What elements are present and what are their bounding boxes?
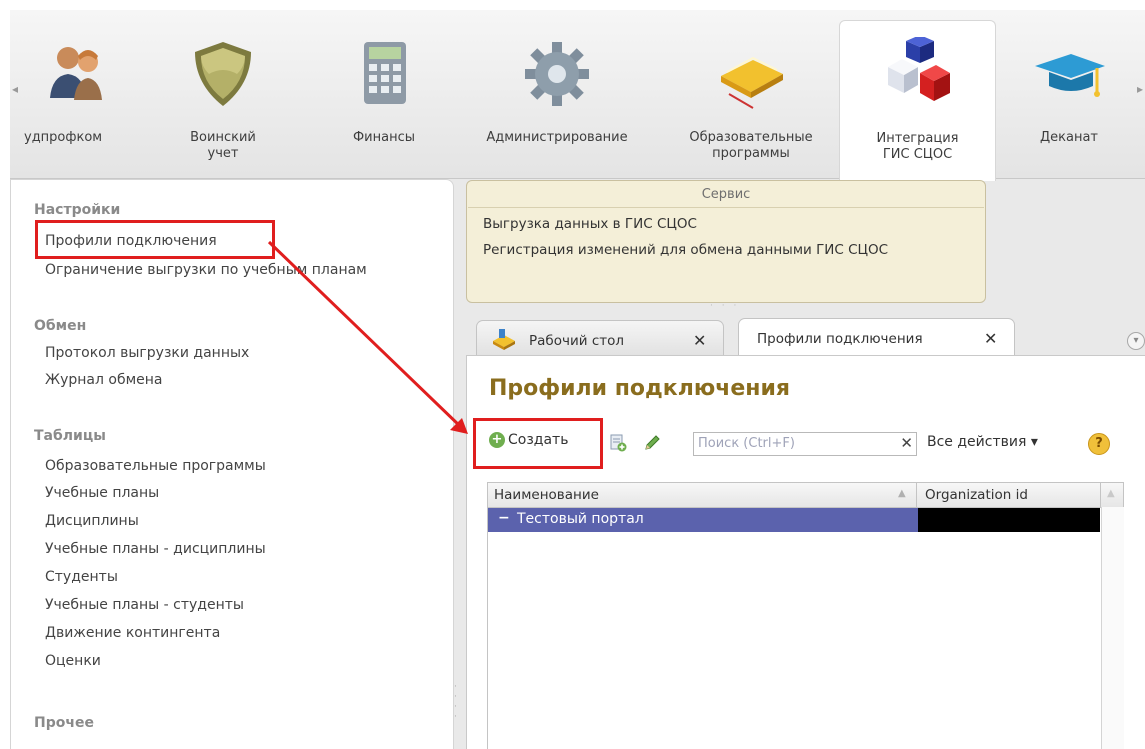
- highlight-create-button: [473, 418, 603, 469]
- search-input[interactable]: [694, 433, 892, 453]
- tab-desktop[interactable]: Рабочий стол ✕: [476, 320, 724, 357]
- scroll-right-icon[interactable]: ▸: [1135, 74, 1145, 104]
- navigation-panel: Настройки Профили подключения Ограничени…: [10, 179, 454, 749]
- section-label: Воинский учет: [190, 130, 256, 161]
- column-header-name[interactable]: Наименование: [494, 487, 599, 503]
- graduation-cap-icon: [1035, 54, 1105, 97]
- service-divider: [468, 207, 984, 208]
- pencil-icon[interactable]: [643, 434, 661, 452]
- section-label: Деканат: [1039, 130, 1098, 145]
- section-label: Образовательные программы: [689, 130, 813, 161]
- column-divider: [1100, 483, 1101, 507]
- service-title: Сервис: [701, 187, 751, 202]
- nav-link-curricula-disciplines[interactable]: Учебные планы - дисциплины: [45, 541, 266, 557]
- nav-link-grades[interactable]: Оценки: [45, 653, 101, 669]
- page-title: Профили подключения: [489, 376, 790, 401]
- column-divider: [916, 483, 917, 507]
- search-field: ✕: [693, 432, 917, 456]
- section-dean[interactable]: Деканат: [1004, 10, 1134, 178]
- group-tables-title: Таблицы: [34, 428, 106, 444]
- scroll-up-icon[interactable]: ▲: [1107, 488, 1115, 499]
- gear-icon: [525, 42, 589, 106]
- application-window: ◂ удпрофком Воинский учет Финансы Админи…: [10, 10, 1145, 749]
- open-windows-tabs: Рабочий стол ✕ Профили подключения ✕: [466, 316, 1145, 359]
- section-military[interactable]: Воинский учет: [168, 10, 278, 178]
- group-exchange-title: Обмен: [34, 318, 87, 334]
- section-finance[interactable]: Финансы: [334, 10, 434, 178]
- tab-label: Рабочий стол: [529, 333, 624, 349]
- redacted-organization-id: [918, 508, 1100, 532]
- nav-link-export-restriction[interactable]: Ограничение выгрузки по учебным планам: [45, 262, 367, 278]
- people-icon: [50, 47, 102, 100]
- table-header: Наименование ▲ Organization id ▲: [488, 483, 1123, 508]
- profiles-table: Наименование ▲ Organization id ▲ − Тесто…: [487, 482, 1124, 749]
- section-programs[interactable]: Образовательные программы: [666, 10, 836, 178]
- tab-label: Профили подключения: [757, 331, 923, 347]
- group-settings-title: Настройки: [34, 202, 121, 218]
- section-admin[interactable]: Администрирование: [462, 10, 652, 178]
- horizontal-splitter[interactable]: · · ·: [710, 301, 739, 311]
- calculator-icon: [364, 42, 406, 104]
- nav-link-curricula[interactable]: Учебные планы: [45, 485, 159, 501]
- nav-link-curricula-students[interactable]: Учебные планы - студенты: [45, 597, 244, 613]
- help-icon[interactable]: ?: [1088, 433, 1110, 455]
- form-area: Профили подключения +Создать ✕ Все дейст…: [466, 355, 1145, 749]
- all-actions-menu[interactable]: Все действия ▾: [927, 434, 1038, 450]
- section-label: Финансы: [352, 130, 416, 145]
- nav-link-exchange-journal[interactable]: Журнал обмена: [45, 372, 163, 388]
- table-row[interactable]: − Тестовый портал: [488, 508, 1100, 532]
- section-label: удпрофком: [24, 130, 103, 145]
- section-gis[interactable]: Интеграция ГИС СЦОС: [839, 20, 996, 181]
- section-trade-union[interactable]: удпрофком: [10, 10, 142, 178]
- cubes-icon: [887, 37, 950, 101]
- group-other-title: Прочее: [34, 715, 94, 731]
- row-name-cell: Тестовый портал: [517, 511, 644, 527]
- desktop-icon: [493, 329, 515, 350]
- highlight-connection-profiles-link: [35, 220, 275, 259]
- clear-search-icon[interactable]: ✕: [900, 434, 913, 452]
- section-label: Администрирование: [486, 130, 628, 145]
- close-icon[interactable]: ✕: [693, 331, 706, 350]
- service-link-export[interactable]: Выгрузка данных в ГИС СЦОС: [483, 216, 697, 232]
- close-icon[interactable]: ✕: [984, 329, 997, 348]
- service-link-change-registration[interactable]: Регистрация изменений для обмена данными…: [483, 242, 888, 258]
- sort-icon[interactable]: ▲: [898, 488, 906, 499]
- section-label: Интеграция ГИС СЦОС: [876, 131, 959, 162]
- copy-icon[interactable]: [609, 434, 627, 452]
- service-panel: Сервис Выгрузка данных в ГИС СЦОС Регист…: [466, 180, 986, 303]
- chevron-down-icon[interactable]: ▾: [1127, 332, 1145, 350]
- nav-link-disciplines[interactable]: Дисциплины: [45, 513, 139, 529]
- shield-icon: [195, 42, 251, 106]
- nav-link-students[interactable]: Студенты: [45, 569, 118, 585]
- table-scrollbar[interactable]: [1101, 507, 1124, 749]
- sections-panel: ◂ удпрофком Воинский учет Финансы Админи…: [10, 10, 1145, 181]
- nav-link-export-log[interactable]: Протокол выгрузки данных: [45, 345, 249, 361]
- books-icon: [721, 56, 783, 109]
- column-header-organization-id[interactable]: Organization id: [925, 487, 1028, 503]
- vertical-splitter[interactable]: · · · ·: [454, 682, 460, 722]
- row-collapse-icon: −: [498, 510, 510, 526]
- nav-link-edu-programs[interactable]: Образовательные программы: [45, 458, 266, 474]
- tab-connection-profiles[interactable]: Профили подключения ✕: [738, 318, 1015, 359]
- nav-link-contingent-movement[interactable]: Движение контингента: [45, 625, 220, 641]
